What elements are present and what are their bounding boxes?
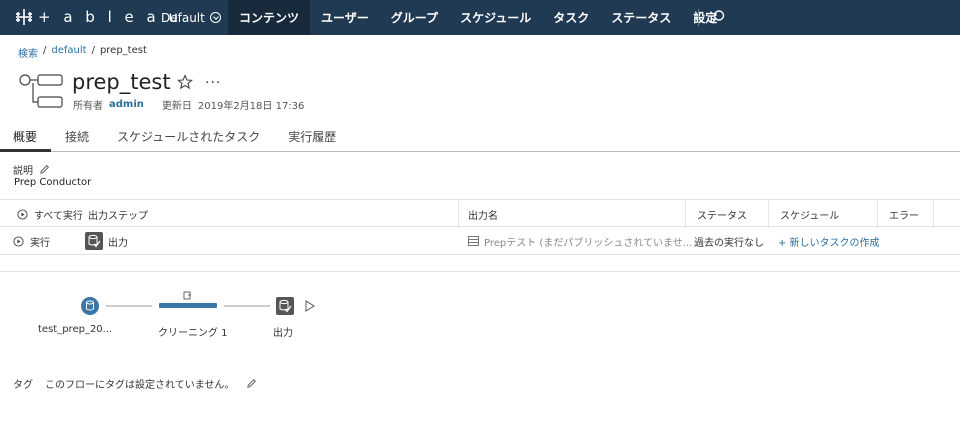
run-label: 実行 (30, 237, 50, 249)
site-switcher[interactable]: Default (161, 0, 221, 35)
output-name-cell: Prepテスト (まだパブリッシュされていませ... (468, 227, 692, 255)
column-divider (685, 200, 686, 228)
tags-value: このフローにタグは設定されていません。 (45, 380, 235, 391)
breadcrumb-current: prep_test (99, 45, 147, 56)
tab-bar: 概要 接続 スケジュールされたタスク 実行履歴 (0, 128, 960, 152)
nav-divider (698, 9, 699, 26)
description-label: 説明 (13, 166, 33, 177)
flow-node-label-clean[interactable]: クリーニング 1 (158, 324, 228, 339)
status-value: 過去の実行なし (694, 237, 764, 249)
owner-label: 所有者 (73, 101, 103, 112)
flow-output-node-icon (276, 297, 294, 315)
breadcrumb: 検索 / default / prep_test (18, 45, 147, 60)
breadcrumb-project-link[interactable]: default (51, 45, 86, 60)
flow-diagram: test_prep_20... クリーニング 1 出力 (0, 290, 400, 350)
flow-input-node-icon (81, 297, 99, 315)
more-actions-icon[interactable]: ··· (205, 75, 221, 91)
nav-tasks[interactable]: タスク (542, 0, 600, 35)
description-section: 説明 (13, 162, 50, 177)
output-step-icon (85, 232, 103, 250)
description-value: Prep Conductor (14, 177, 92, 188)
column-header-output-steps: 出力ステップ (88, 210, 148, 222)
nav-status[interactable]: ステータス (600, 0, 682, 35)
flow-metadata: 所有者 admin 更新日 2019年2月18日 17:36 (73, 97, 304, 112)
output-name-value: Prepテスト (まだパブリッシュされていませ... (484, 237, 693, 249)
updated-label: 更新日 (161, 101, 192, 112)
column-header-schedule[interactable]: スケジュール (780, 200, 839, 228)
output-steps-table: すべて実行 出力ステップ 出力名 ステータス スケジュール エラー 実行 出力 … (0, 199, 960, 255)
column-divider (877, 200, 878, 228)
play-circle-icon (13, 235, 24, 247)
flow-canvas (81, 291, 315, 315)
tags-section: タグ このフローにタグは設定されていません。 (13, 376, 257, 391)
flow-node-label-input[interactable]: test_prep_20... (38, 324, 112, 335)
clean-step-icon (183, 291, 191, 300)
breadcrumb-separator: / (91, 45, 95, 56)
column-divider (768, 200, 769, 228)
flow-icon (19, 74, 63, 108)
top-navigation-bar: + a b l e a u Default コンテンツ ユーザー グループ スケ… (0, 0, 960, 35)
edit-tags-pencil-icon[interactable] (246, 378, 257, 389)
tab-connections[interactable]: 接続 (51, 128, 103, 152)
tableau-logo[interactable]: + a b l e a u (14, 7, 182, 27)
create-task-link[interactable]: + 新しいタスクの作成 (778, 227, 880, 255)
tab-scheduled-tasks[interactable]: スケジュールされたタスク (103, 128, 274, 152)
column-header-error[interactable]: エラー (889, 200, 919, 228)
run-all-label: すべて実行 (34, 210, 83, 222)
column-header-output-name[interactable]: 出力名 (468, 200, 498, 228)
updated-value: 2019年2月18日 17:36 (197, 101, 305, 112)
page-title: prep_test (72, 70, 171, 94)
tags-label: タグ (13, 380, 33, 391)
tab-run-history[interactable]: 実行履歴 (274, 128, 350, 152)
table-row: 実行 出力 Prepテスト (まだパブリッシュされていませ... 過去の実行なし… (0, 227, 960, 255)
flow-clean-node-bar (159, 303, 217, 308)
owner-link[interactable]: admin (109, 99, 144, 110)
section-divider (0, 271, 960, 272)
main-nav: コンテンツ ユーザー グループ スケジュール タスク ステータス 設定 (228, 0, 728, 35)
table-header-row: すべて実行 出力ステップ 出力名 ステータス スケジュール エラー (0, 199, 960, 228)
output-step-label: 出力 (108, 237, 128, 249)
tab-overview[interactable]: 概要 (0, 128, 52, 152)
nav-content[interactable]: コンテンツ (228, 0, 311, 35)
nav-groups[interactable]: グループ (380, 0, 449, 35)
run-button[interactable]: 実行 (13, 227, 50, 255)
play-circle-icon (17, 208, 28, 220)
chevron-down-icon (209, 12, 221, 23)
column-divider (933, 200, 934, 228)
run-flow-arrow-icon (305, 300, 315, 312)
breadcrumb-separator: / (43, 45, 47, 56)
site-name: Default (161, 10, 205, 25)
run-all-button[interactable]: すべて実行 (17, 200, 83, 228)
nav-schedules[interactable]: スケジュール (449, 0, 542, 35)
nav-users[interactable]: ユーザー (310, 0, 380, 35)
flow-node-label-output[interactable]: 出力 (273, 324, 293, 339)
column-header-status[interactable]: ステータス (697, 200, 747, 228)
output-step-cell: 出力 (85, 227, 128, 255)
breadcrumb-search-link[interactable]: 検索 (18, 45, 38, 60)
edit-pencil-icon[interactable] (39, 164, 50, 175)
column-divider (458, 200, 459, 228)
star-icon[interactable] (177, 74, 193, 90)
tableau-logo-icon (16, 9, 32, 25)
table-icon (468, 236, 479, 246)
search-icon[interactable] (710, 9, 726, 25)
